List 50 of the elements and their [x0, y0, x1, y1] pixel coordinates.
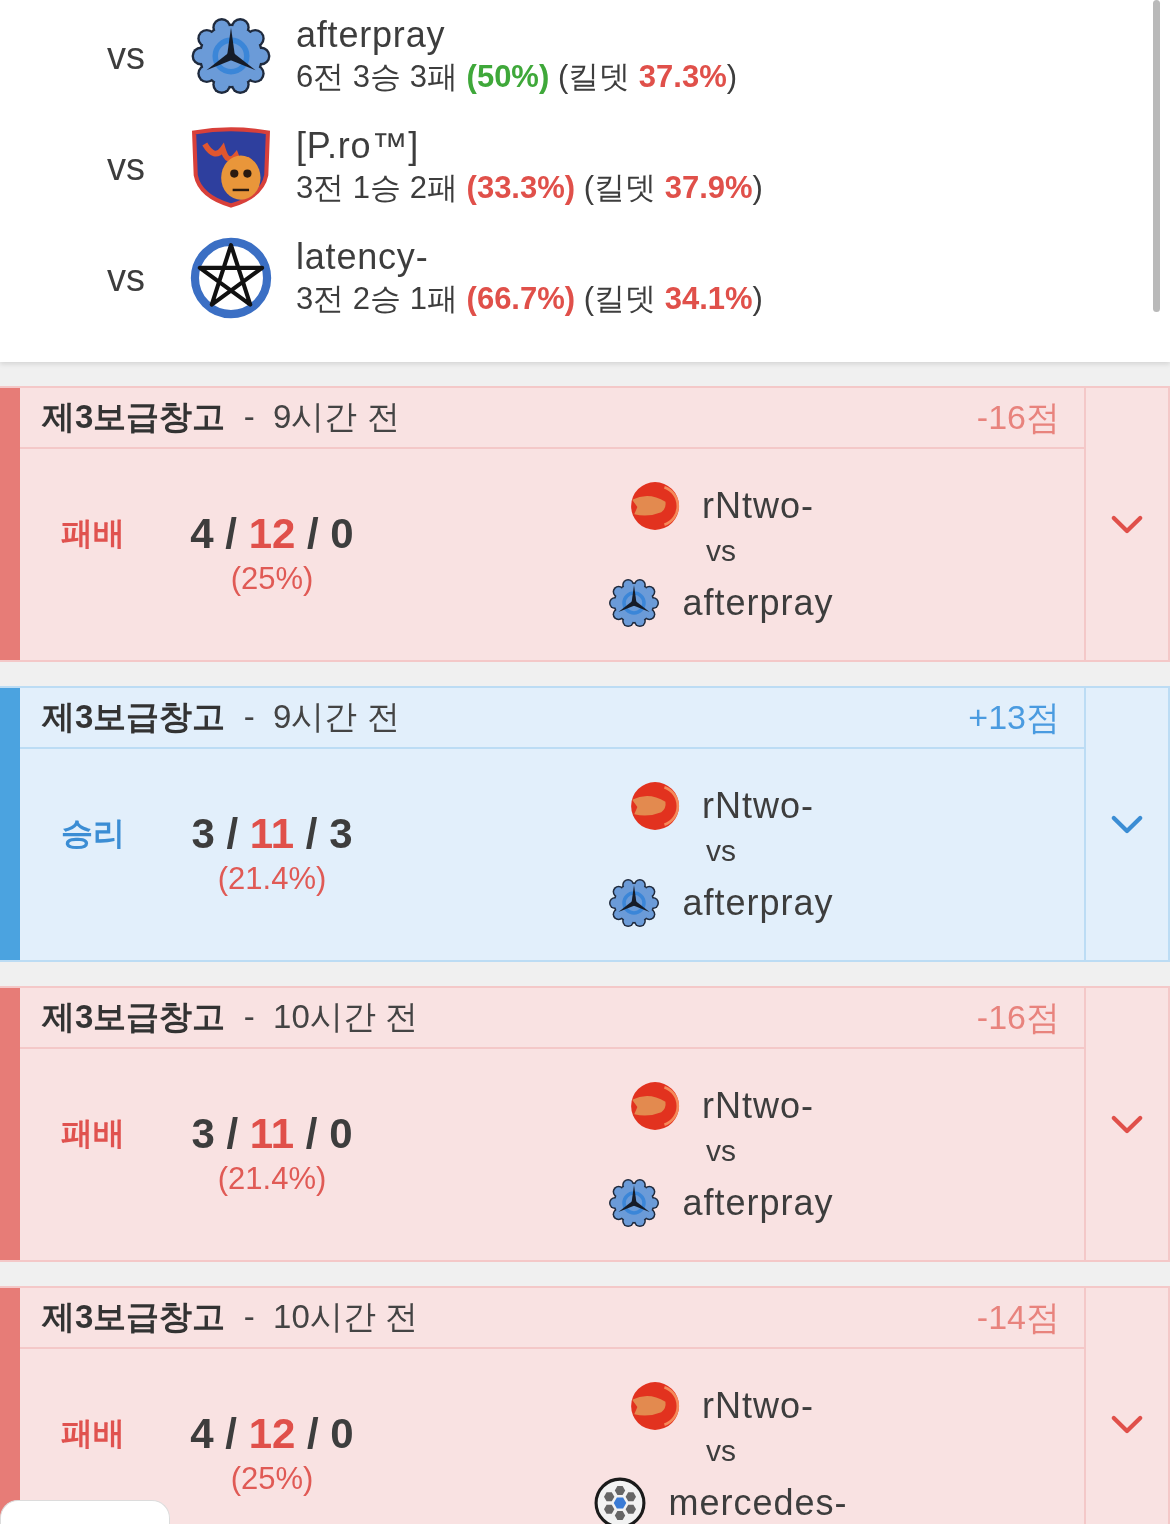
vs-label: vs	[706, 533, 736, 569]
match-title: 제3보급창고 - 9시간 전	[42, 397, 400, 437]
clan-name: mercedes-	[668, 1485, 848, 1521]
clan-record: 6전 3승 3패 (50%) (킬뎃 37.3%)	[296, 57, 738, 96]
vs-label: vs	[107, 33, 145, 78]
clan-record: 3전 1승 2패 (33.3%) (킬뎃 37.9%)	[296, 168, 763, 207]
clan-name: rNtwo-	[702, 1088, 814, 1124]
round-emblem-icon	[628, 1380, 680, 1432]
kill-share: (21.4%)	[217, 860, 327, 898]
kda-score: 3 / 11 / 0	[191, 1109, 353, 1159]
points-change: +13점	[968, 696, 1060, 738]
clan-name: afterpray	[296, 13, 446, 56]
cog-emblem-icon	[608, 577, 661, 629]
clan-record: 3전 2승 1패 (66.7%) (킬뎃 34.1%)	[296, 279, 763, 318]
vs-label: vs	[107, 144, 145, 189]
vs-label: vs	[706, 1133, 736, 1169]
cog-emblem-icon	[608, 877, 661, 929]
vs-label: vs	[706, 1433, 736, 1469]
pentagram-ring-icon	[190, 236, 272, 319]
kill-share: (25%)	[230, 1460, 314, 1498]
kda-score: 4 / 12 / 0	[190, 509, 354, 559]
match-title: 제3보급창고 - 9시간 전	[42, 697, 400, 737]
match-title: 제3보급창고 - 10시간 전	[42, 997, 418, 1037]
result-label: 승리	[61, 815, 125, 851]
points-change: -16점	[976, 996, 1060, 1038]
vs-label: vs	[107, 255, 145, 300]
result-label: 패배	[61, 1115, 125, 1151]
cog-emblem-icon	[608, 1177, 661, 1229]
round-emblem-icon	[628, 780, 680, 832]
result-label: 패배	[61, 515, 125, 551]
kill-share: (25%)	[230, 560, 314, 598]
kda-score: 3 / 11 / 3	[191, 809, 353, 859]
clan-name: latency-	[296, 235, 429, 278]
result-label: 패배	[61, 1415, 125, 1451]
points-change: -14점	[976, 1296, 1060, 1338]
clan-name: rNtwo-	[702, 788, 814, 824]
points-change: -16점	[976, 396, 1060, 438]
clan-name: rNtwo-	[702, 488, 814, 524]
kda-score: 4 / 12 / 0	[190, 1409, 354, 1459]
clan-name: [P.ro™]	[296, 124, 419, 167]
vs-label: vs	[706, 833, 736, 869]
clan-name: rNtwo-	[702, 1388, 814, 1424]
shield-emblem-icon	[190, 125, 272, 208]
round-emblem-icon	[628, 1080, 680, 1132]
clan-name: afterpray	[682, 885, 834, 921]
clan-name: afterpray	[682, 585, 834, 621]
round-emblem-icon	[628, 480, 680, 532]
match-title: 제3보급창고 - 10시간 전	[42, 1297, 418, 1337]
clan-name: afterpray	[682, 1185, 834, 1221]
kill-share: (21.4%)	[217, 1160, 327, 1198]
